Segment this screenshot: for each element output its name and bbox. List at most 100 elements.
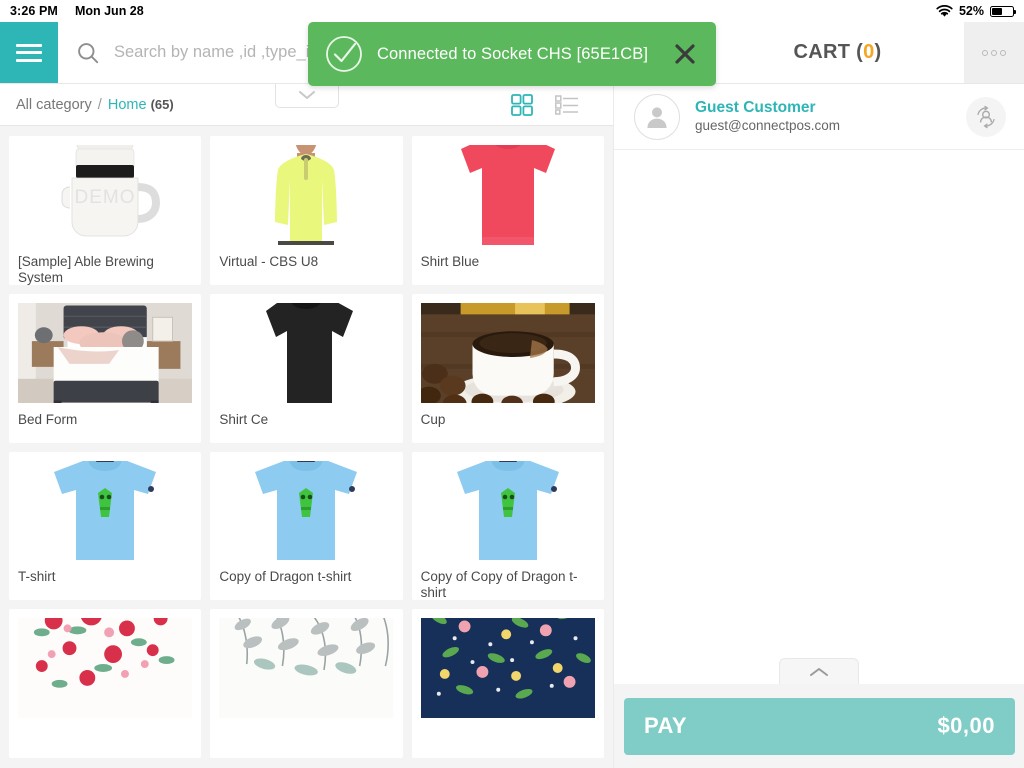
battery-icon [990, 5, 1017, 17]
bedroom-bed-image [18, 302, 193, 403]
product-name: Bed Form [18, 411, 78, 427]
navy-floral-pattern-image [420, 618, 595, 718]
cart-items-list [614, 150, 1024, 680]
breadcrumb-count: (65) [150, 96, 174, 112]
black-tshirt-image [231, 302, 382, 403]
pay-label: PAY [644, 713, 688, 738]
cart-count: 0 [863, 41, 875, 63]
chevron-up-icon [810, 667, 828, 676]
product-thumbnail [219, 145, 394, 245]
list-view-icon[interactable] [555, 94, 579, 115]
customer-name: Guest Customer [695, 99, 816, 116]
product-name: Shirt Ce [219, 411, 269, 427]
product-name: Shirt Blue [420, 253, 480, 269]
battery-percent: 52% [958, 4, 984, 18]
more-options-button[interactable] [964, 22, 1024, 83]
switch-customer-button[interactable] [966, 96, 1006, 137]
view-toggle-group [511, 93, 597, 116]
sub-bar: All category / Home (65) [0, 84, 613, 126]
yellow-jacket-model-image [231, 145, 382, 245]
red-tshirt-image [432, 145, 583, 245]
blue-dragon-tshirt-image [427, 460, 588, 561]
product-card[interactable]: Copy of Copy of Dragon t-shirt [411, 451, 604, 601]
wifi-icon [936, 4, 953, 17]
breadcrumb-root[interactable]: All category [16, 97, 92, 113]
coffee-cup-image [420, 302, 595, 403]
product-thumbnail [18, 618, 193, 718]
blue-dragon-tshirt-image [25, 460, 186, 561]
switch-customer-icon [977, 105, 995, 128]
close-icon[interactable] [672, 41, 698, 67]
product-thumbnail: DEMO [18, 145, 193, 245]
cart-label: CART [793, 41, 851, 63]
product-card[interactable] [9, 609, 202, 758]
product-thumbnail [219, 618, 394, 718]
product-thumbnail [420, 302, 595, 403]
cart-pane: Guest Customer guest@connectpos.com PAY … [613, 84, 1024, 768]
brewing-system-image: DEMO [30, 145, 181, 245]
product-name: T-shirt [18, 569, 56, 585]
check-circle-icon [326, 36, 362, 72]
pos-screen: 3:26 PM Mon Jun 28 52% Search by name ,i… [0, 0, 1024, 768]
product-name: Cup [420, 411, 446, 427]
product-name [421, 718, 595, 758]
product-card[interactable]: Cup [411, 293, 604, 443]
product-name [219, 718, 393, 758]
product-card[interactable]: DEMO [Sample] Able Brewing System [9, 136, 202, 285]
cart-title-area: CART (0) [710, 22, 964, 83]
breadcrumb-separator: / [97, 96, 102, 113]
product-thumbnail [420, 460, 595, 561]
product-thumbnail [18, 302, 193, 403]
breadcrumb-current[interactable]: Home [108, 97, 147, 113]
gray-leaf-pattern-image [219, 618, 394, 718]
product-thumbnail [18, 460, 193, 561]
cart-title: CART (0) [794, 41, 882, 64]
toast-notification: Connected to Socket CHS [65E1CB] [308, 22, 716, 86]
product-card[interactable]: Copy of Dragon t-shirt [210, 451, 403, 601]
product-thumbnail [219, 460, 394, 561]
product-card[interactable]: T-shirt [9, 451, 202, 601]
toast-message: Connected to Socket CHS [65E1CB] [377, 44, 649, 63]
product-card[interactable]: Shirt Blue [411, 136, 604, 285]
chevron-down-icon [299, 91, 315, 99]
product-name: Copy of Copy of Dragon t-shirt [420, 569, 578, 601]
status-bar: 3:26 PM Mon Jun 28 52% [0, 0, 1024, 22]
product-card[interactable]: Virtual - CBS U8 [210, 136, 403, 285]
cart-drawer-toggle[interactable] [779, 658, 859, 684]
product-thumbnail [420, 145, 595, 245]
hamburger-menu-icon [16, 43, 42, 62]
product-grid: DEMO [Sample] Able Brewing System Virtua… [0, 126, 613, 768]
status-right-group: 52% [936, 4, 1017, 18]
breadcrumb: All category / Home (65) [16, 97, 174, 113]
status-time: 3:26 PM [10, 4, 58, 18]
product-name: [Sample] Able Brewing System [18, 253, 154, 285]
avatar [634, 93, 680, 140]
product-name: Copy of Dragon t-shirt [219, 569, 352, 585]
customer-email: guest@connectpos.com [695, 118, 841, 133]
search-icon [78, 42, 99, 63]
pay-amount: $0,00 [937, 713, 995, 738]
product-name [18, 718, 192, 758]
cart-paren-close: ) [874, 41, 882, 63]
pay-area: PAY $0,00 [614, 684, 1024, 768]
more-options-icon [982, 49, 988, 56]
pay-button[interactable]: PAY $0,00 [624, 697, 1015, 755]
svg-text:DEMO: DEMO [75, 187, 136, 208]
grid-view-icon[interactable] [511, 93, 533, 116]
cart-count-wrap: (0) [856, 41, 881, 63]
product-card[interactable]: Bed Form [9, 293, 202, 443]
product-card[interactable] [411, 609, 604, 758]
user-avatar-icon [647, 106, 667, 128]
hamburger-menu-button[interactable] [0, 22, 58, 83]
customer-row[interactable]: Guest Customer guest@connectpos.com [614, 84, 1024, 150]
category-dropdown-button[interactable] [275, 84, 339, 108]
product-thumbnail [420, 618, 595, 718]
product-card[interactable] [210, 609, 403, 758]
product-pane: All category / Home (65) DEMO [Sample] A… [0, 84, 613, 768]
customer-info: Guest Customer guest@connectpos.com [695, 98, 966, 135]
product-card[interactable]: Shirt Ce [210, 293, 403, 443]
status-date: Mon Jun 28 [74, 4, 144, 18]
blue-dragon-tshirt-image [226, 460, 387, 561]
product-name: Virtual - CBS U8 [219, 253, 319, 269]
red-floral-pattern-image [18, 618, 193, 718]
